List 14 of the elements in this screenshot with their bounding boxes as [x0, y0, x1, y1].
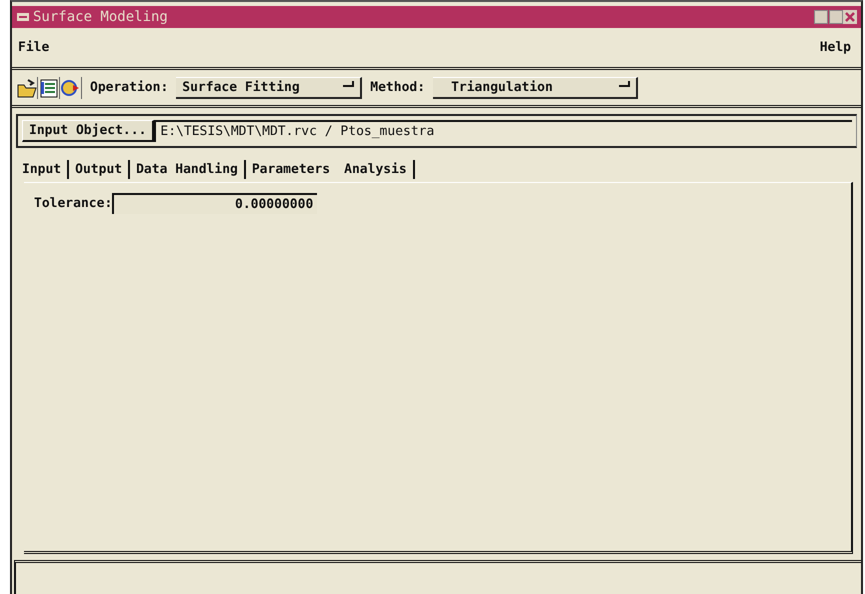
tolerance-field[interactable]: 0.00000000	[112, 193, 318, 214]
method-label: Method:	[370, 80, 426, 95]
window-title: Surface Modeling	[33, 9, 169, 25]
operation-label: Operation:	[90, 80, 168, 95]
tolerance-label: Tolerance:	[34, 196, 112, 211]
input-object-field[interactable]: E:\TESIS\MDT\MDT.rvc / Ptos_muestra	[154, 120, 852, 142]
operation-dropdown[interactable]: Surface Fitting	[176, 76, 362, 98]
input-object-button[interactable]: Input Object...	[22, 120, 154, 142]
tab[interactable]: Analysis	[338, 160, 415, 178]
tab[interactable]: Input	[16, 160, 70, 178]
method-dropdown[interactable]: Triangulation	[433, 76, 638, 98]
menu-item[interactable]: File	[18, 40, 50, 55]
tab[interactable]: Output	[69, 160, 130, 178]
menu-item[interactable]: Help	[820, 40, 851, 55]
